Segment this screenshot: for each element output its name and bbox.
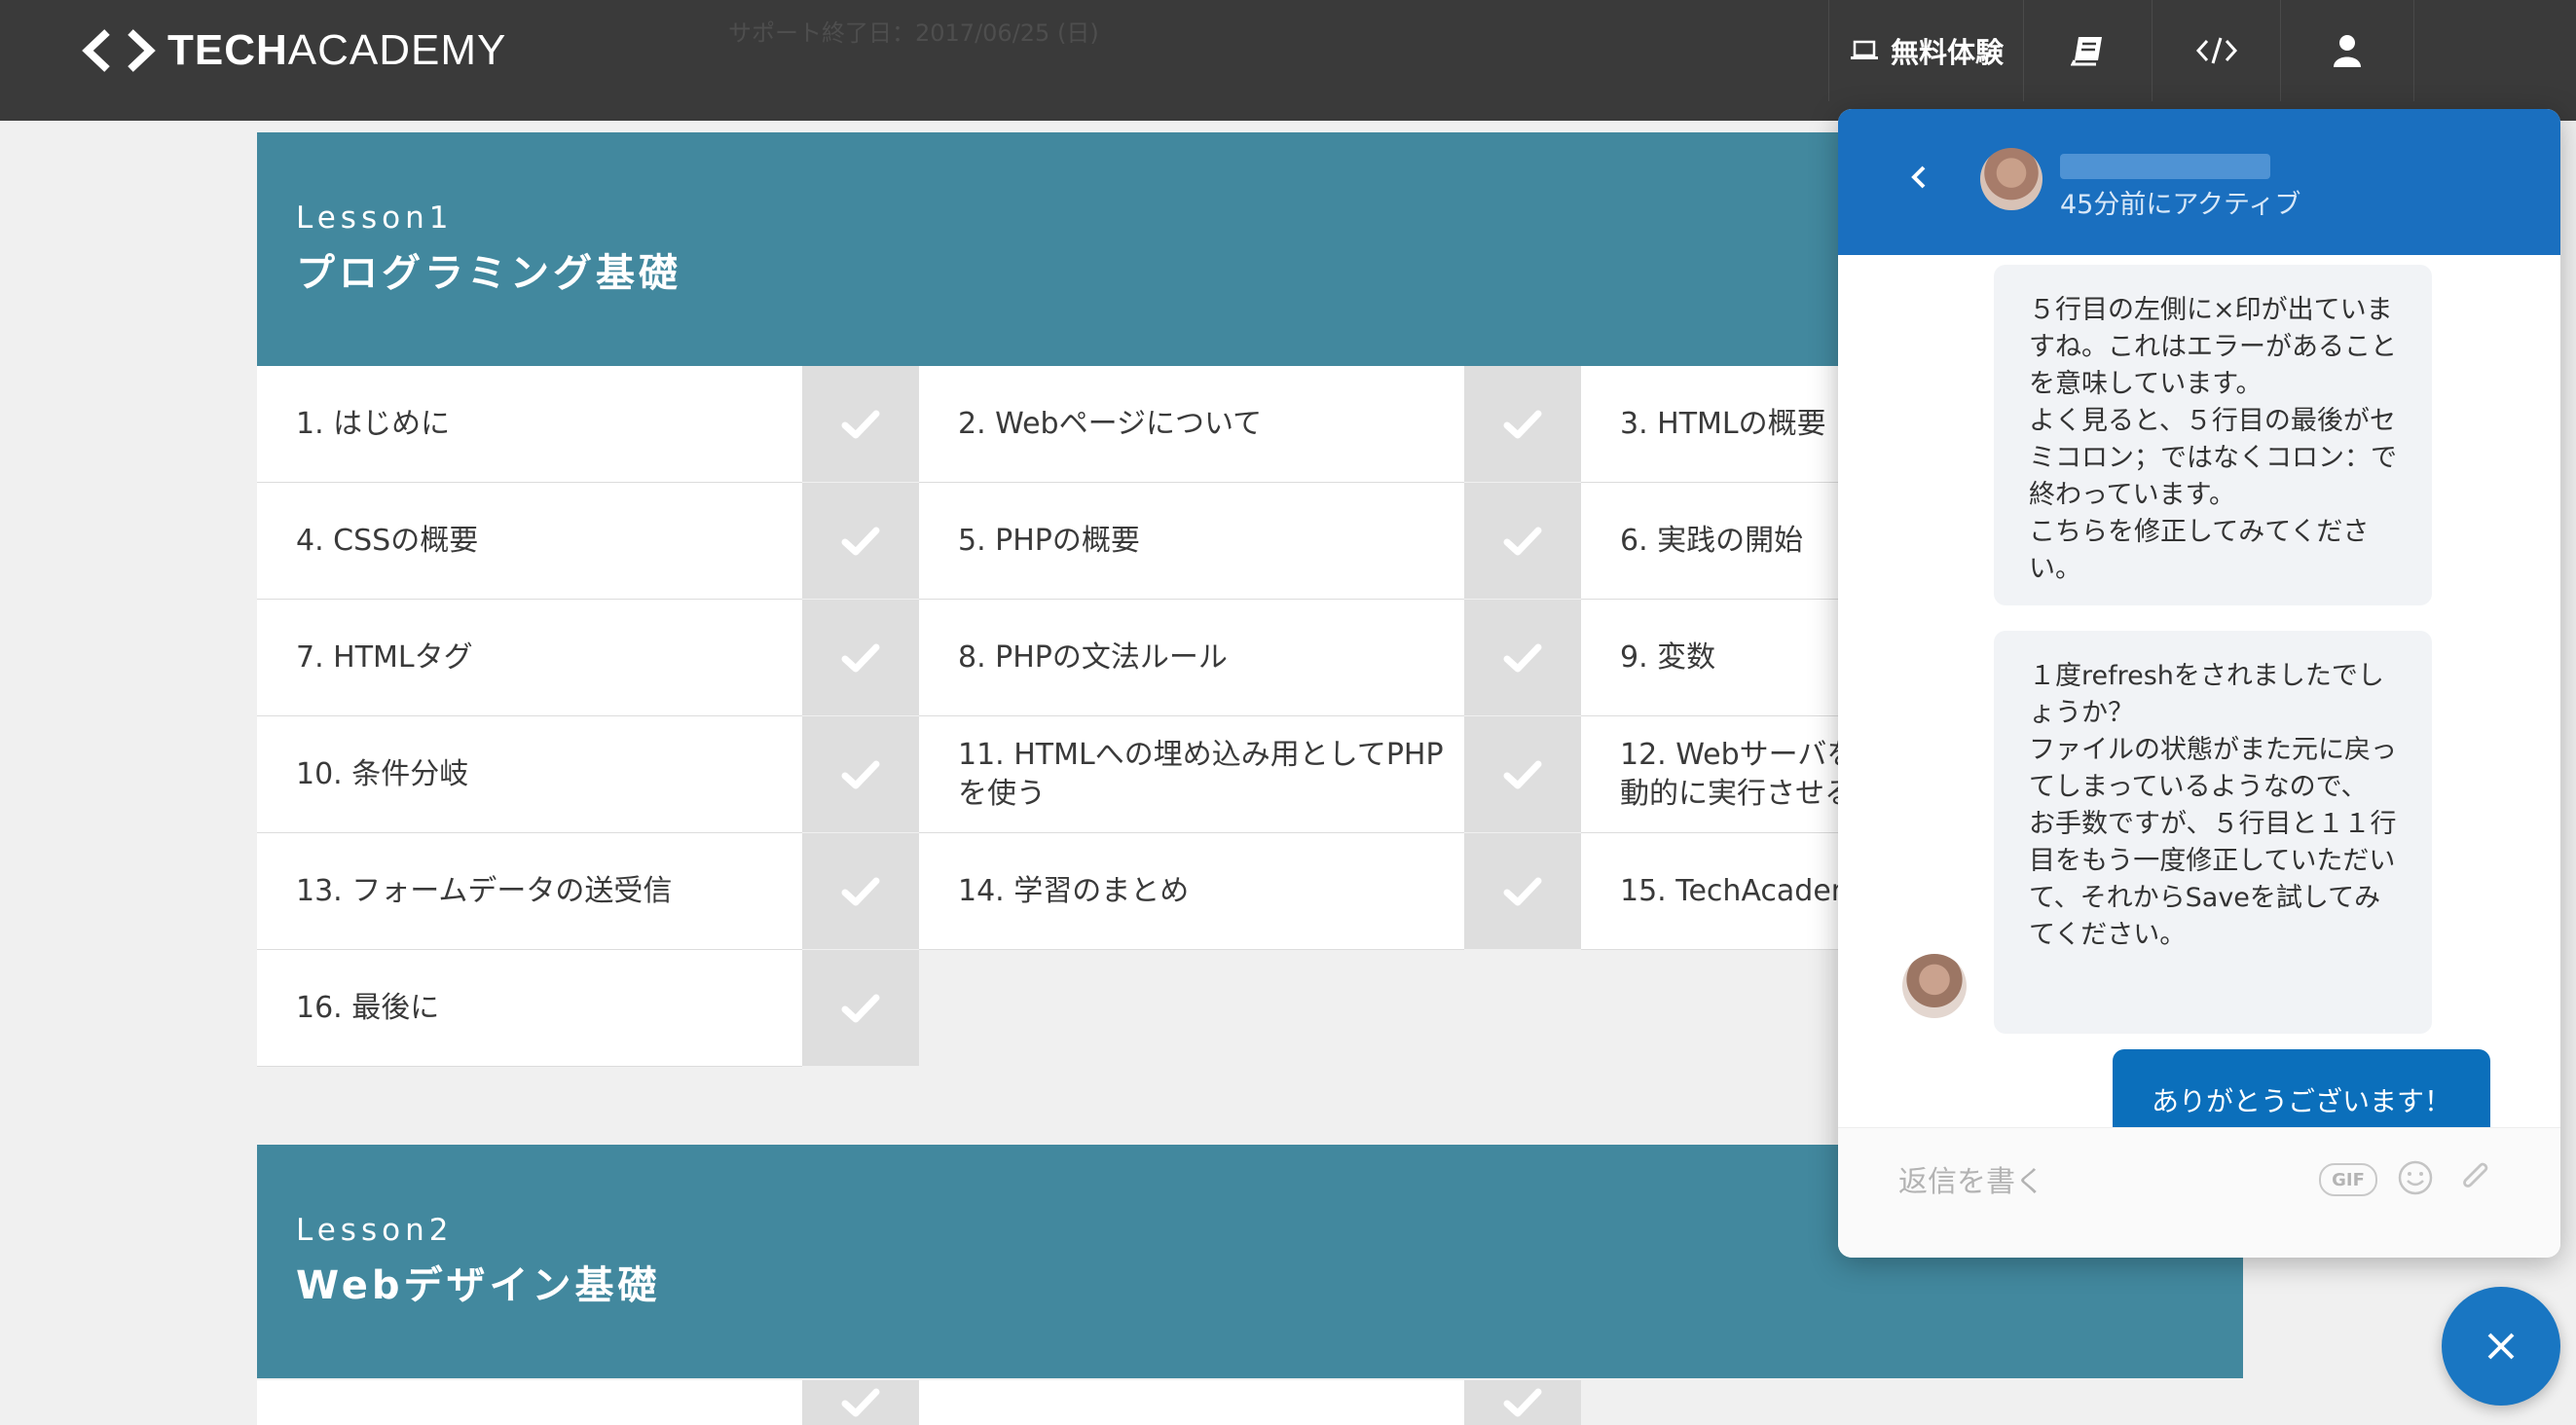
techacademy-logo[interactable]: TECHACADEMY <box>82 21 506 80</box>
lesson-item[interactable]: 16. 最後に <box>257 950 802 1067</box>
mentor-name-redacted <box>2060 154 2270 179</box>
lesson2-number: Lesson2 <box>296 1213 454 1248</box>
lesson-item-label: 2. Webページについて <box>958 406 1263 441</box>
close-icon <box>2487 1333 2515 1360</box>
lesson-item[interactable] <box>919 1380 1464 1425</box>
checkmark-glyph <box>1503 410 1542 438</box>
check-icon <box>802 833 919 949</box>
lesson2-title: Webデザイン基礎 <box>296 1263 661 1308</box>
lesson-item[interactable]: 8. PHPの文法ルール <box>919 600 1464 716</box>
nav-code[interactable] <box>2152 0 2281 101</box>
close-chat-button[interactable] <box>2442 1287 2560 1406</box>
check-icon <box>1464 1380 1581 1425</box>
check-icon <box>802 950 919 1066</box>
incoming-message: １度refreshをされましたでしょうか？ ファイルの状態がまた元に戻ってしまっ… <box>1994 631 2432 1034</box>
check-icon <box>802 716 919 832</box>
lesson-item-label: 13. フォームデータの送受信 <box>296 873 673 908</box>
sender-avatar <box>1902 954 1967 1018</box>
checkmark-glyph <box>1503 877 1542 905</box>
lesson-item-label: 4. CSSの概要 <box>296 523 479 558</box>
top-bar: TECHACADEMY サポート終了日：2017/06/25 (日) 無料体験 <box>0 0 2576 121</box>
lesson-item-label: 1. はじめに <box>296 406 451 441</box>
lesson-item[interactable]: 1. はじめに <box>257 366 802 483</box>
lesson-item[interactable]: 10. 条件分岐 <box>257 716 802 833</box>
check-icon <box>1464 600 1581 715</box>
active-status: 45分前にアクティブ <box>2060 190 2301 220</box>
logo-brackets-icon <box>82 29 156 72</box>
lesson-item[interactable]: 2. Webページについて <box>919 366 1464 483</box>
lesson-item-label: 10. 条件分岐 <box>296 756 469 791</box>
gif-button[interactable]: GIF <box>2319 1163 2377 1196</box>
lesson-item[interactable]: 11. HTMLへの埋め込み用としてPHPを使う <box>919 716 1464 833</box>
nav-free-trial[interactable]: 無料体験 <box>1828 0 2024 101</box>
nav-free-trial-label: 無料体験 <box>1890 36 2004 69</box>
reply-input[interactable] <box>1896 1153 2309 1210</box>
mentor-avatar <box>1980 148 2042 210</box>
emoji-icon[interactable] <box>2397 1159 2434 1196</box>
checkmark-glyph <box>841 994 880 1022</box>
checkmark-glyph <box>841 527 880 555</box>
checkmark-glyph <box>841 760 880 788</box>
back-chevron-icon[interactable] <box>1900 158 1939 197</box>
lesson-item-label: 16. 最後に <box>296 990 440 1025</box>
checkmark-glyph <box>1503 760 1542 788</box>
chat-widget: 45分前にアクティブ ５行目の左側に×印が出ていますね。これはエラーがあることを… <box>1838 109 2560 1258</box>
laptop-icon <box>1850 40 1878 59</box>
chat-composer: GIF <box>1838 1127 2560 1258</box>
checkmark-glyph <box>1503 643 1542 672</box>
check-icon <box>1464 483 1581 599</box>
lesson-item[interactable]: 13. フォームデータの送受信 <box>257 833 802 950</box>
nav-user[interactable] <box>2280 0 2414 101</box>
chat-messages: ５行目の左側に×印が出ていますね。これはエラーがあることを意味しています。 よく… <box>1838 255 2560 1151</box>
support-end-date: サポート終了日：2017/06/25 (日) <box>728 19 1099 47</box>
lesson-item-label: 5. PHPの概要 <box>958 523 1140 558</box>
lesson-item[interactable]: 5. PHPの概要 <box>919 483 1464 600</box>
code-icon <box>2195 37 2238 64</box>
lesson1-title: プログラミング基礎 <box>296 251 681 296</box>
lesson-item[interactable]: 14. 学習のまとめ <box>919 833 1464 950</box>
checkmark-glyph <box>841 1388 880 1417</box>
lesson-item[interactable]: 7. HTMLタグ <box>257 600 802 716</box>
lesson-item-label: 7. HTMLタグ <box>296 639 473 675</box>
lesson-item[interactable]: 4. CSSの概要 <box>257 483 802 600</box>
lesson-item-label: 14. 学習のまとめ <box>958 873 1190 908</box>
check-icon <box>802 600 919 715</box>
check-icon <box>1464 833 1581 949</box>
user-icon <box>2334 35 2361 67</box>
check-icon <box>1464 366 1581 482</box>
incoming-message: ５行目の左側に×印が出ていますね。これはエラーがあることを意味しています。 よく… <box>1994 265 2432 605</box>
check-icon <box>1464 716 1581 832</box>
checkmark-glyph <box>1503 527 1542 555</box>
attachment-icon[interactable] <box>2455 1157 2494 1198</box>
check-icon <box>802 366 919 482</box>
lesson1-number: Lesson1 <box>296 201 454 236</box>
checkmark-glyph <box>1503 1388 1542 1417</box>
lesson-item-label: 11. HTMLへの埋め込み用としてPHPを使う <box>958 737 1444 811</box>
checkmark-glyph <box>841 410 880 438</box>
logo-text: TECHACADEMY <box>167 26 507 74</box>
book-icon <box>2071 37 2102 66</box>
check-icon <box>802 483 919 599</box>
nav-textbook[interactable] <box>2023 0 2153 101</box>
checkmark-glyph <box>841 877 880 905</box>
checkmark-glyph <box>841 643 880 672</box>
lesson-item[interactable] <box>257 1380 802 1425</box>
check-icon <box>802 1380 919 1425</box>
lesson-item-label: 8. PHPの文法ルール <box>958 639 1228 675</box>
chat-header: 45分前にアクティブ <box>1838 109 2560 255</box>
